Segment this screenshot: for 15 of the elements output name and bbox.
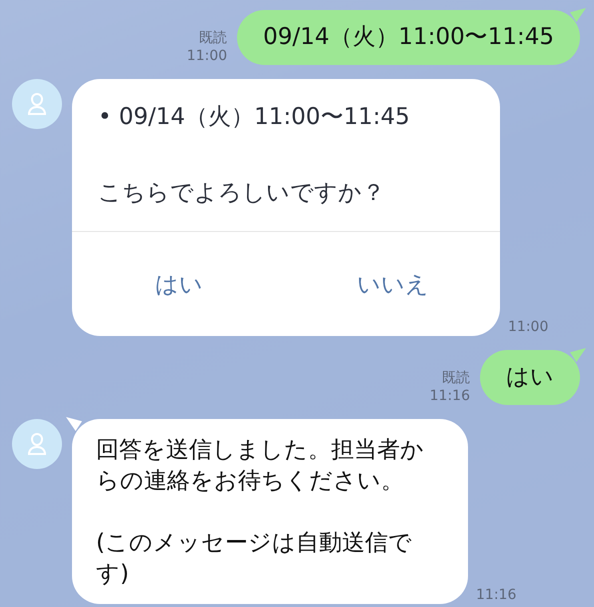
received-message-bubble: 回答を送信しました。担当者からの連絡をお待ちください。 (このメッセージは自動送信です) xyxy=(72,419,468,604)
person-icon xyxy=(26,92,48,116)
timestamp: 11:16 xyxy=(430,387,470,405)
timestamp: 11:16 xyxy=(476,586,516,604)
yes-button[interactable]: はい xyxy=(72,258,286,310)
timestamp: 11:00 xyxy=(186,47,228,65)
option-text: • 09/14（火）11:00〜11:45 xyxy=(98,103,411,132)
sent-message-bubble: はい xyxy=(480,350,580,405)
question-text: こちらでよろしいですか？ xyxy=(98,179,386,208)
read-receipt: 既読 xyxy=(442,369,470,387)
no-button[interactable]: いいえ xyxy=(286,258,500,310)
sent-message-bubble: 09/14（火）11:00〜11:45 xyxy=(237,10,580,65)
timestamp: 11:00 xyxy=(508,318,548,336)
read-receipt: 既読 xyxy=(199,29,228,47)
person-icon xyxy=(26,432,48,456)
